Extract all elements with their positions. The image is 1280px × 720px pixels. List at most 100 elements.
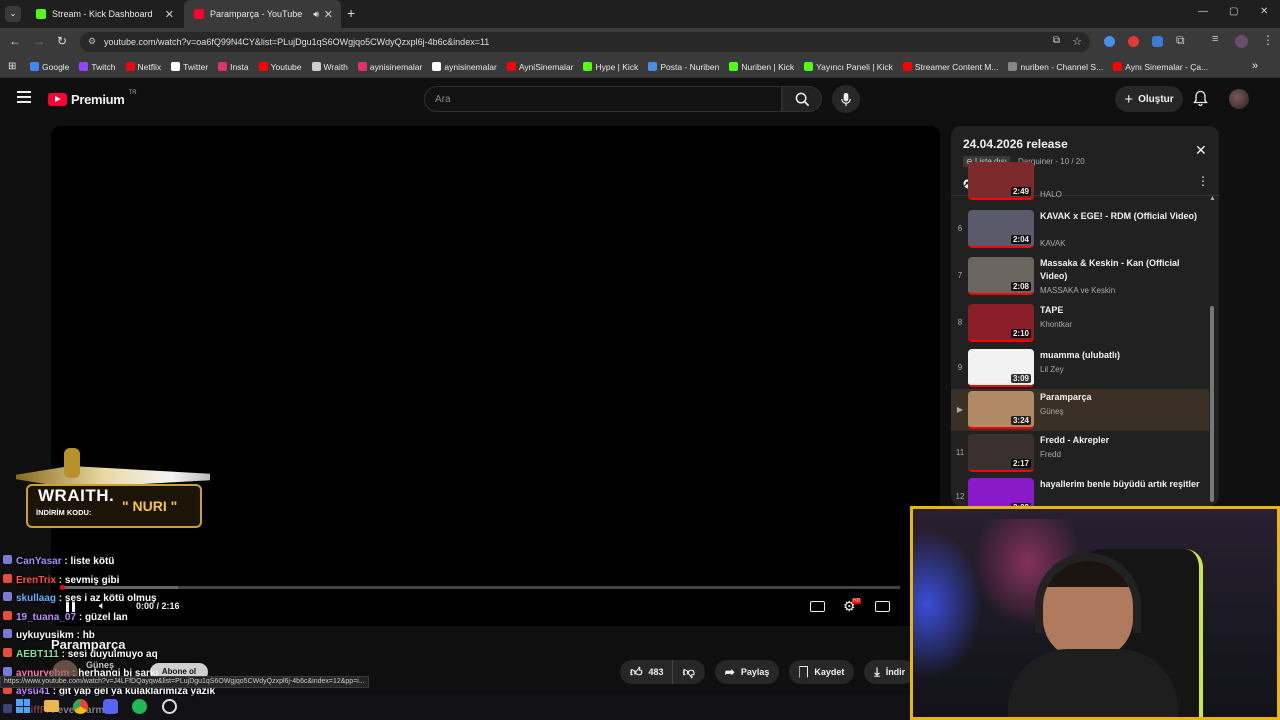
save-button[interactable]: Kaydet	[789, 660, 855, 684]
playlist-item-channel: Fredd	[1040, 450, 1061, 459]
playlist-item-thumbnail[interactable]: 2:09	[968, 478, 1034, 506]
bookmark-item[interactable]: aynisinemalar	[357, 62, 422, 72]
bookmark-item[interactable]: Hype | Kick	[583, 62, 638, 72]
tab-search-button[interactable]: ⌄	[5, 6, 21, 22]
minimize-button[interactable]: —	[1198, 6, 1208, 17]
back-icon[interactable]: ←	[9, 34, 21, 48]
extension-icon[interactable]	[1128, 36, 1139, 47]
bookmark-item[interactable]: Twitch	[79, 62, 116, 72]
playlist-item-thumbnail[interactable]: 3:24	[968, 391, 1034, 429]
bookmark-item[interactable]: Youtube	[258, 62, 302, 72]
bookmark-item[interactable]: Nuriben | Kick	[729, 62, 794, 72]
bookmark-item[interactable]: Streamer Content M...	[902, 62, 998, 72]
bookmark-item[interactable]: Insta	[218, 62, 249, 72]
extensions-puzzle-icon[interactable]: ⧉	[1176, 33, 1185, 48]
playlist-item-thumbnail[interactable]: 2:49	[968, 162, 1034, 200]
youtube-logo[interactable]: Premium TR	[48, 90, 137, 107]
obs-icon[interactable]	[162, 699, 177, 714]
discord-icon[interactable]	[103, 699, 118, 714]
chat-message: CanYasar : liste kötü	[0, 553, 430, 572]
settings-gear-icon[interactable]: ⚙ HD	[843, 598, 862, 615]
bookmark-item[interactable]: Wraith	[311, 62, 348, 72]
extension-icon[interactable]	[1152, 36, 1163, 47]
bookmark-star-icon[interactable]: ☆	[1072, 35, 1082, 48]
hamburger-menu-icon[interactable]	[17, 91, 31, 103]
video-player[interactable]	[51, 126, 940, 626]
playlist-item[interactable]: 9 3:09 muamma (ulubatlı) Lil Zey	[951, 347, 1209, 393]
url-bar[interactable]: ⚙ youtube.com/watch?v=oa6fQ99N4CY&list=P…	[80, 32, 1090, 52]
playlist-item-thumbnail[interactable]: 2:08	[968, 257, 1034, 295]
bookmark-item[interactable]: Aynı Sinemalar - Ça...	[1113, 62, 1208, 72]
playlist-item-index: ▶	[956, 405, 964, 414]
account-avatar[interactable]	[1229, 89, 1249, 109]
playlist-item[interactable]: 11 2:17 Fredd - Akrepler Fredd	[951, 432, 1209, 478]
bookmark-item[interactable]: nuriben - Channel S...	[1008, 62, 1103, 72]
extension-icon[interactable]	[1104, 36, 1115, 47]
playlist-title[interactable]: 24.04.2026 release	[963, 137, 1068, 151]
media-controls-icon[interactable]: ≡	[1212, 33, 1218, 45]
search-input[interactable]: Ara	[424, 86, 782, 112]
video-duration: 2:08	[1010, 282, 1031, 291]
bookmark-item[interactable]: Twitter	[171, 62, 208, 72]
dislike-button[interactable]: 👎︎	[671, 660, 705, 684]
maximize-button[interactable]: ▢	[1229, 6, 1238, 17]
close-window-button[interactable]: ✕	[1260, 6, 1268, 17]
forward-icon[interactable]: →	[33, 34, 45, 48]
bookmarks-overflow-icon[interactable]: »	[1252, 60, 1258, 72]
close-icon[interactable]: ✕	[1195, 142, 1207, 159]
new-tab-button[interactable]: +	[347, 5, 355, 21]
close-tab-icon[interactable]: ✕	[165, 8, 174, 21]
playlist-item[interactable]: 6 2:04 KAVAK x EGE! - RDM (Official Video)…	[951, 208, 1209, 254]
subtitles-icon[interactable]	[810, 601, 825, 612]
like-button[interactable]: 👍︎ 483	[620, 660, 672, 684]
playlist-item-thumbnail[interactable]: 2:10	[968, 304, 1034, 342]
spotify-icon[interactable]	[132, 699, 147, 714]
menu-kebab-icon[interactable]: ⋮	[1262, 33, 1274, 47]
bookmark-item[interactable]: Netflix	[125, 62, 161, 72]
browser-tab-youtube[interactable]: Paramparça - YouTube 🔊︎ ✕	[184, 0, 341, 28]
speaker-icon[interactable]: 🔊︎	[313, 9, 319, 20]
bookmark-item[interactable]: aynisinemalar	[432, 62, 497, 72]
reload-icon[interactable]: ↻	[57, 34, 67, 48]
profile-avatar[interactable]	[1235, 35, 1248, 48]
theater-mode-icon[interactable]	[875, 601, 890, 612]
site-info-icon[interactable]: ⚙	[88, 36, 96, 47]
plus-icon: +	[1124, 90, 1134, 108]
apps-grid-icon[interactable]: ⊞	[8, 61, 16, 72]
browser-tab-kick[interactable]: Stream - Kick Dashboard ✕	[26, 0, 182, 28]
playlist-item-channel: HALO	[1040, 190, 1062, 199]
playlist-item-thumbnail[interactable]: 2:04	[968, 210, 1034, 248]
playlist-item-thumbnail[interactable]: 2:17	[968, 434, 1034, 472]
playlist-scrollbar[interactable]	[1210, 306, 1214, 502]
create-button[interactable]: + Oluştur	[1115, 86, 1183, 112]
search-button[interactable]	[782, 86, 822, 112]
youtube-icon	[194, 9, 204, 19]
close-tab-icon[interactable]: ✕	[324, 8, 333, 21]
channel-name[interactable]: Güneş	[86, 660, 114, 670]
bookmark-item[interactable]: Google	[30, 62, 69, 72]
url-text: youtube.com/watch?v=oa6fQ99N4CY&list=PLu…	[104, 37, 490, 47]
notifications-bell-icon[interactable]	[1193, 90, 1208, 112]
file-explorer-icon[interactable]	[44, 700, 59, 712]
windows-start-icon[interactable]	[16, 699, 30, 713]
download-button[interactable]: ⤓ İndir	[864, 660, 916, 684]
install-icon[interactable]: ⧉	[1053, 35, 1060, 46]
playlist-item-channel: Lil Zey	[1040, 365, 1064, 374]
chrome-icon[interactable]	[73, 699, 88, 714]
bookmark-item[interactable]: AyniSinemalar	[506, 62, 573, 72]
like-count: 483	[648, 667, 664, 677]
webcam-overlay: HAWK	[910, 506, 1280, 720]
scroll-up-arrow-icon[interactable]: ▲	[1209, 195, 1216, 202]
bookmark-label: Nuriben | Kick	[741, 61, 795, 72]
playlist-item[interactable]: 8 2:10 TAPE Khontkar	[951, 302, 1209, 348]
playlist-item[interactable]: 122:09 hayallerim benle büyüdü artık reşi…	[951, 476, 1209, 506]
chat-message: skullaag : ses i az kötü olmuş	[0, 590, 430, 609]
bookmark-item[interactable]: Yayıncı Paneli | Kick	[804, 62, 893, 72]
playlist-item-thumbnail[interactable]: 3:09	[968, 349, 1034, 387]
playlist-item[interactable]: 7 2:08 Massaka & Keskin - Kan (Official Vi…	[951, 255, 1209, 301]
kick-icon	[729, 62, 739, 71]
share-button[interactable]: ➦ Paylaş	[714, 660, 780, 684]
voice-search-button[interactable]	[832, 85, 860, 113]
playlist-item[interactable]: ▶ 3:24 Paramparça Güneş	[951, 389, 1209, 431]
bookmark-item[interactable]: Posta - Nuriben	[648, 62, 719, 72]
